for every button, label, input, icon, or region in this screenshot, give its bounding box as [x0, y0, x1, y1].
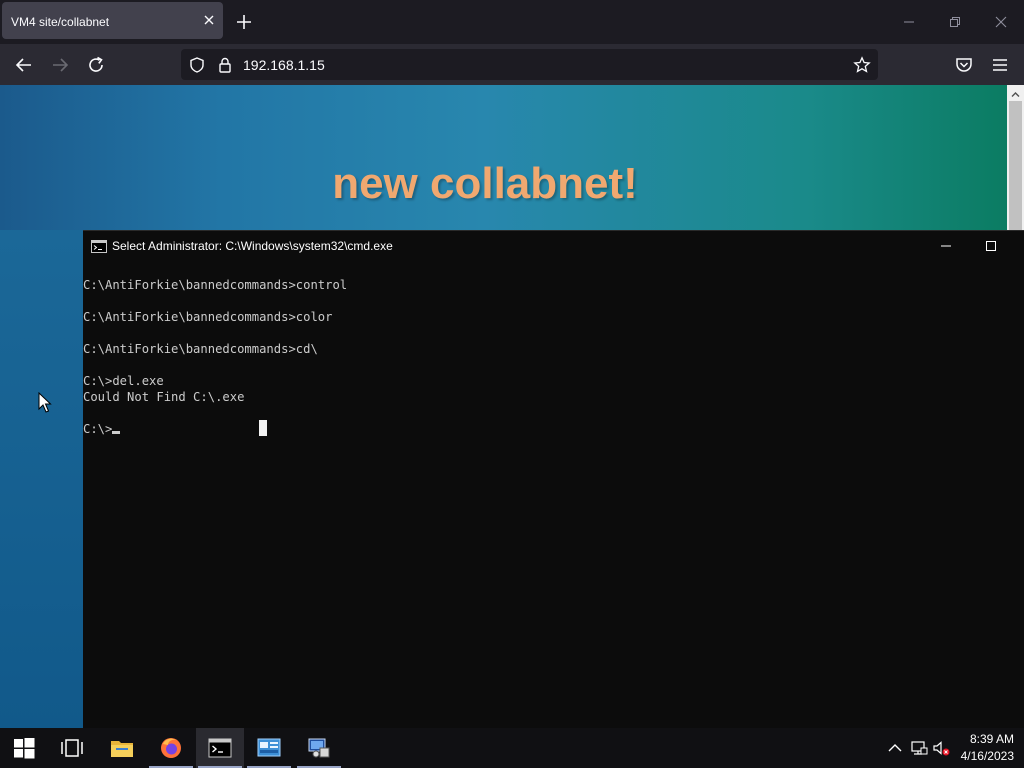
- network-icon[interactable]: [910, 739, 928, 757]
- address-bar[interactable]: 192.168.1.15: [181, 49, 878, 80]
- back-arrow-icon[interactable]: [13, 54, 35, 76]
- cmd-window-title: Select Administrator: C:\Windows\system3…: [112, 239, 393, 253]
- minimize-icon[interactable]: [899, 12, 919, 32]
- url-text[interactable]: 192.168.1.15: [243, 57, 325, 73]
- browser-tab[interactable]: VM4 site/collabnet: [2, 2, 223, 39]
- browser-navbar: 192.168.1.15: [0, 44, 1024, 85]
- start-button[interactable]: [0, 728, 48, 768]
- lock-icon[interactable]: [216, 56, 234, 74]
- tab-title: VM4 site/collabnet: [11, 15, 110, 29]
- taskbar: 8:39 AM 4/16/2023: [0, 728, 1024, 768]
- console-line: C:\AntiForkie\bannedcommands>cd\: [83, 342, 318, 356]
- control-panel-icon: [257, 738, 281, 757]
- firefox-icon: [161, 738, 181, 758]
- hamburger-menu-icon[interactable]: [989, 54, 1011, 76]
- taskbar-file-explorer[interactable]: [98, 728, 146, 768]
- restore-icon[interactable]: [945, 12, 965, 32]
- cmd-icon: [208, 738, 232, 758]
- clock-date: 4/16/2023: [960, 749, 1014, 763]
- page-heading: new collabnet!: [332, 159, 638, 208]
- taskbar-network-admin[interactable]: [295, 728, 343, 768]
- text-caret: [112, 431, 121, 434]
- console-line: C:\AntiForkie\bannedcommands>color: [83, 310, 333, 324]
- console-line: C:\AntiForkie\bannedcommands>control: [83, 278, 348, 292]
- tab-close-icon[interactable]: [201, 12, 217, 28]
- console-prompt: C:\>: [83, 422, 113, 436]
- console-line: Could Not Find C:\.exe: [83, 390, 245, 404]
- start-icon: [14, 738, 35, 759]
- bookmark-star-icon[interactable]: [853, 56, 871, 74]
- browser-tab-strip: VM4 site/collabnet: [0, 0, 1024, 44]
- page-background: [0, 230, 83, 728]
- cmd-maximize-icon[interactable]: [982, 237, 1000, 255]
- cmd-app-icon: [91, 240, 107, 253]
- taskbar-control-panel[interactable]: [245, 728, 293, 768]
- network-admin-icon: [308, 738, 330, 758]
- console-line: C:\>del.exe: [83, 374, 164, 388]
- new-tab-plus-icon[interactable]: [234, 12, 254, 32]
- task-view-button[interactable]: [48, 728, 96, 768]
- scrollbar-thumb[interactable]: [1009, 101, 1022, 231]
- close-window-icon[interactable]: [991, 12, 1011, 32]
- mouse-pointer-icon: [38, 391, 52, 414]
- cmd-window[interactable]: Select Administrator: C:\Windows\system3…: [83, 230, 1024, 728]
- cmd-console-output[interactable]: C:\AntiForkie\bannedcommands>control C:\…: [83, 277, 1024, 437]
- selection-block-cursor: [259, 420, 267, 436]
- taskbar-firefox[interactable]: [147, 728, 195, 768]
- console-prompt-line[interactable]: C:\>: [83, 421, 1024, 437]
- pocket-icon[interactable]: [953, 54, 975, 76]
- forward-arrow-icon[interactable]: [49, 54, 71, 76]
- cmd-title-bar[interactable]: Select Administrator: C:\Windows\system3…: [83, 230, 1024, 261]
- clock-time: 8:39 AM: [969, 732, 1014, 746]
- task-view-icon: [61, 739, 83, 757]
- system-clock[interactable]: 8:39 AM 4/16/2023: [950, 731, 1014, 765]
- volume-muted-icon[interactable]: [932, 739, 950, 757]
- reload-icon[interactable]: [85, 54, 107, 76]
- tracking-shield-icon[interactable]: [188, 56, 206, 74]
- taskbar-cmd[interactable]: [196, 728, 244, 768]
- scroll-up-arrow-icon[interactable]: [1010, 87, 1021, 98]
- show-hidden-icons-chevron-icon[interactable]: [886, 739, 904, 757]
- cmd-minimize-icon[interactable]: [937, 237, 955, 255]
- file-explorer-icon: [111, 741, 133, 757]
